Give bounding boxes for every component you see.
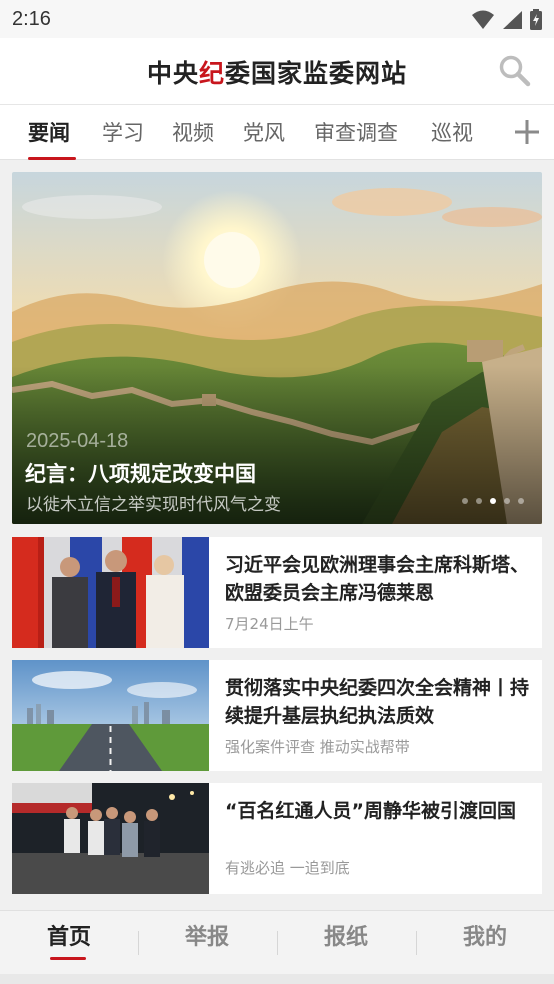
tab-investigation[interactable]: 审查调查 [314, 117, 398, 147]
carousel-dot[interactable] [518, 498, 524, 504]
bottom-navigation: 首页 举报 报纸 我的 [0, 910, 554, 984]
nav-active-indicator [50, 957, 86, 960]
nav-home[interactable]: 首页 [0, 919, 138, 951]
nav-mine[interactable]: 我的 [416, 919, 554, 951]
news-thumbnail [12, 660, 209, 771]
news-item[interactable]: 贯彻落实中央纪委四次全会精神丨持续提升基层执纪执法质效 强化案件评查 推动实战帮… [12, 660, 542, 771]
carousel-dot[interactable] [504, 498, 510, 504]
add-tab-button[interactable] [514, 119, 540, 145]
tab-headlines[interactable]: 要闻 [28, 117, 70, 147]
site-title: 中央纪委国家监委网站 [146, 59, 408, 88]
tab-study[interactable]: 学习 [102, 117, 144, 147]
app-header: 中央纪委国家监委网站 [0, 38, 554, 104]
nav-newspaper[interactable]: 报纸 [277, 919, 415, 951]
carousel-dot[interactable] [462, 498, 468, 504]
news-thumbnail [12, 783, 209, 894]
status-icons [472, 9, 542, 30]
news-meta: 有逃必追 一追到底 [225, 859, 350, 877]
tab-party-style[interactable]: 党风 [243, 117, 285, 147]
news-item[interactable]: “百名红通人员”周静华被引渡回国 有逃必追 一追到底 [12, 783, 542, 894]
news-thumbnail [12, 537, 209, 648]
news-title: “百名红通人员”周静华被引渡回国 [225, 800, 516, 822]
tab-active-indicator [28, 157, 76, 160]
status-bar: 2:16 [0, 0, 554, 38]
news-meta: 强化案件评查 推动实战帮带 [225, 738, 410, 756]
hero-title[interactable]: 纪言：八项规定改变中国 [25, 458, 256, 488]
news-item[interactable]: 习近平会见欧洲理事会主席科斯塔、欧盟委员会主席冯德莱恩 7月24日上午 [12, 537, 542, 648]
news-meta: 7月24日上午 [225, 615, 314, 633]
news-title: 习近平会见欧洲理事会主席科斯塔、欧盟委员会主席冯德莱恩 [225, 554, 530, 604]
search-button[interactable] [498, 54, 532, 88]
search-icon [499, 55, 531, 87]
hero-date: 2025-04-18 [26, 430, 129, 452]
carousel-dot-active[interactable] [490, 498, 496, 504]
add-tab-icon [515, 120, 539, 144]
tab-video[interactable]: 视频 [172, 117, 214, 147]
tab-inspection[interactable]: 巡视 [431, 117, 473, 147]
carousel-dot[interactable] [476, 498, 482, 504]
tab-bar: 要闻 学习 视频 党风 审查调查 巡视 [0, 104, 554, 160]
signal-icon [503, 10, 522, 29]
hero-carousel[interactable]: 2025-04-18 纪言：八项规定改变中国 以徙木立信之举实现时代风气之变 [12, 172, 542, 524]
battery-icon [530, 9, 542, 30]
news-title: 贯彻落实中央纪委四次全会精神丨持续提升基层执纪执法质效 [225, 677, 530, 727]
hero-subtitle: 以徙木立信之举实现时代风气之变 [26, 495, 281, 515]
status-time: 2:16 [12, 8, 51, 30]
wifi-icon [472, 10, 494, 29]
system-nav-area [0, 974, 554, 984]
nav-report[interactable]: 举报 [138, 919, 276, 951]
carousel-indicator [462, 498, 524, 504]
